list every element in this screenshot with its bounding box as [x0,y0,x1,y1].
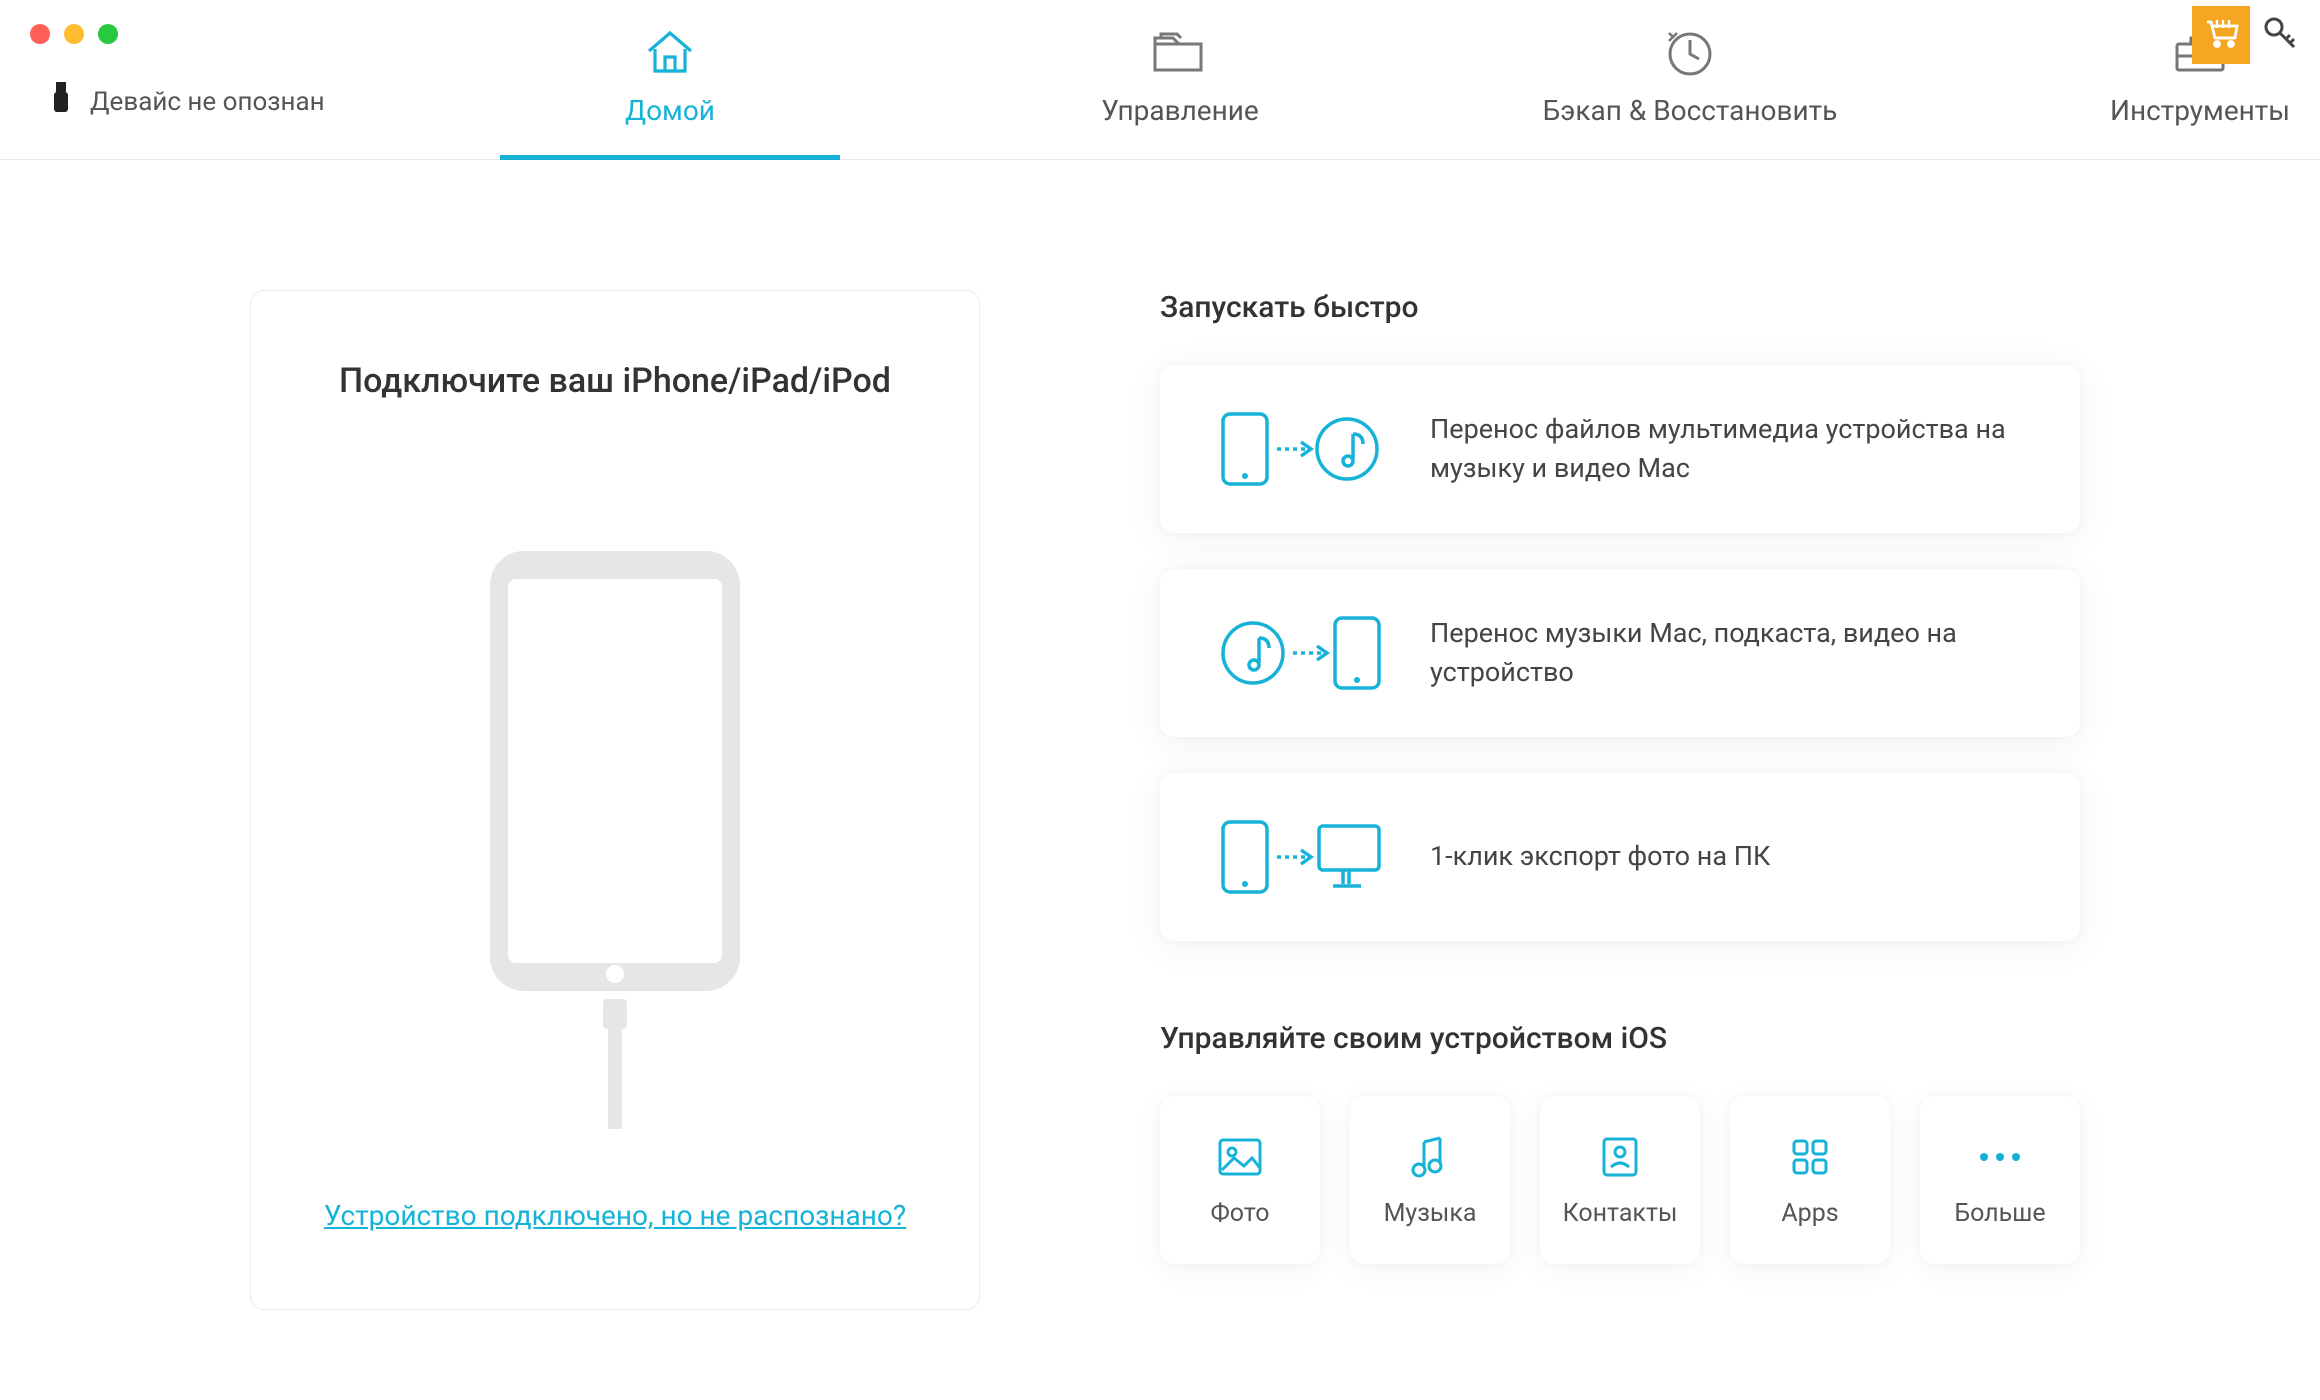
tab-tools-label: Инструменты [2110,94,2290,127]
backup-icon [1663,26,1717,78]
cart-button[interactable] [2192,6,2250,64]
tile-label: Музыка [1384,1199,1477,1228]
cart-icon [2203,16,2239,54]
window-close-button[interactable] [30,24,50,44]
device-to-pc-icon [1210,812,1390,902]
tile-label: Apps [1781,1199,1838,1228]
quick-card-device-to-mac[interactable]: Перенос файлов мультимедиа устройства на… [1160,365,2080,533]
tile-label: Контакты [1563,1199,1678,1228]
device-not-recognized-link[interactable]: Устройство подключено, но не распознано? [324,1199,906,1232]
quick-card-mac-to-device[interactable]: Перенос музыки Mac, подкаста, видео на у… [1160,569,2080,737]
main-content: Подключите ваш iPhone/iPad/iPod Устройст… [0,160,2320,1310]
music-to-device-icon [1210,608,1390,698]
tab-home-label: Домой [625,94,715,127]
quick-card-text: 1-клик экспорт фото на ПК [1430,837,1770,876]
tile-apps[interactable]: Apps [1730,1096,1890,1264]
quick-cards: Перенос файлов мультимедиа устройства на… [1160,365,2080,941]
tile-contacts[interactable]: Контакты [1540,1096,1700,1264]
usb-icon [48,80,74,123]
folder-icon [1151,26,1209,78]
tab-backup[interactable]: Бэкап & Восстановить [1520,0,1860,160]
quick-card-photo-export[interactable]: 1-клик экспорт фото на ПК [1160,773,2080,941]
tab-manage[interactable]: Управление [1010,0,1350,160]
window-controls [30,24,118,44]
more-icon [1976,1133,2024,1181]
phone-illustration [490,551,740,991]
photo-icon [1216,1133,1264,1181]
phone-figure [490,551,740,1129]
quick-card-text: Перенос файлов мультимедиа устройства на… [1430,410,2030,488]
manage-section: Управляйте своим устройством iOS Фото Му… [1160,1021,2080,1264]
top-bar: Девайс не опознан Домой Управление Бэкап… [0,0,2320,160]
quick-start-section: Запускать быстро Пер [1160,290,2080,941]
tile-more[interactable]: Больше [1920,1096,2080,1264]
tab-backup-label: Бэкап & Восстановить [1543,94,1838,127]
top-right-actions [2192,6,2304,64]
main-nav: Домой Управление Бэкап & Восстановить Ин… [500,0,2320,160]
device-panel: Подключите ваш iPhone/iPad/iPod Устройст… [250,290,980,1310]
window-zoom-button[interactable] [98,24,118,44]
manage-title: Управляйте своим устройством iOS [1160,1021,2080,1056]
tile-photo[interactable]: Фото [1160,1096,1320,1264]
contacts-icon [1598,1133,1642,1181]
right-column: Запускать быстро Пер [1160,290,2080,1310]
quick-start-title: Запускать быстро [1160,290,2080,325]
activate-button[interactable] [2256,11,2304,59]
key-icon [2260,13,2300,57]
tile-music[interactable]: Музыка [1350,1096,1510,1264]
manage-tiles: Фото Музыка Контакты [1160,1096,2080,1264]
device-status: Девайс не опознан [48,80,325,123]
device-status-text: Девайс не опознан [90,87,325,117]
quick-card-text: Перенос музыки Mac, подкаста, видео на у… [1430,614,2030,692]
apps-icon [1788,1133,1832,1181]
tab-home[interactable]: Домой [500,0,840,160]
tab-manage-label: Управление [1101,94,1259,127]
tile-label: Больше [1954,1199,2045,1228]
device-to-music-icon [1210,404,1390,494]
window-minimize-button[interactable] [64,24,84,44]
connect-device-heading: Подключите ваш iPhone/iPad/iPod [339,361,891,401]
music-icon [1408,1133,1452,1181]
home-icon [643,26,697,78]
tile-label: Фото [1210,1199,1269,1228]
